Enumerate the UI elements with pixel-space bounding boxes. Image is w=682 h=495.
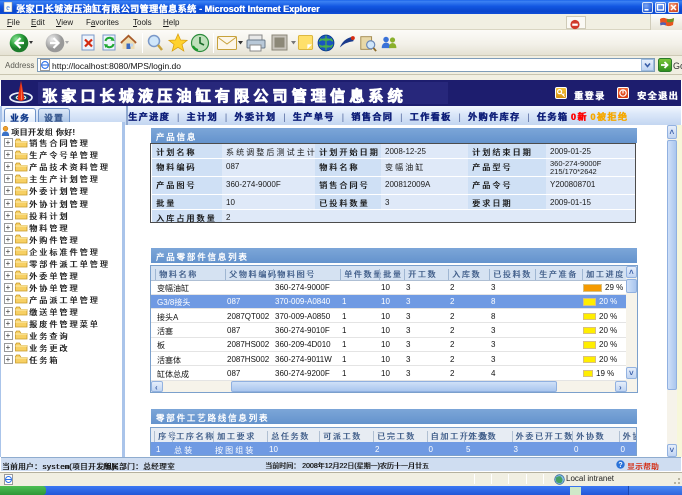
svg-text:e: e xyxy=(6,3,10,12)
svg-text:?: ? xyxy=(618,462,622,469)
